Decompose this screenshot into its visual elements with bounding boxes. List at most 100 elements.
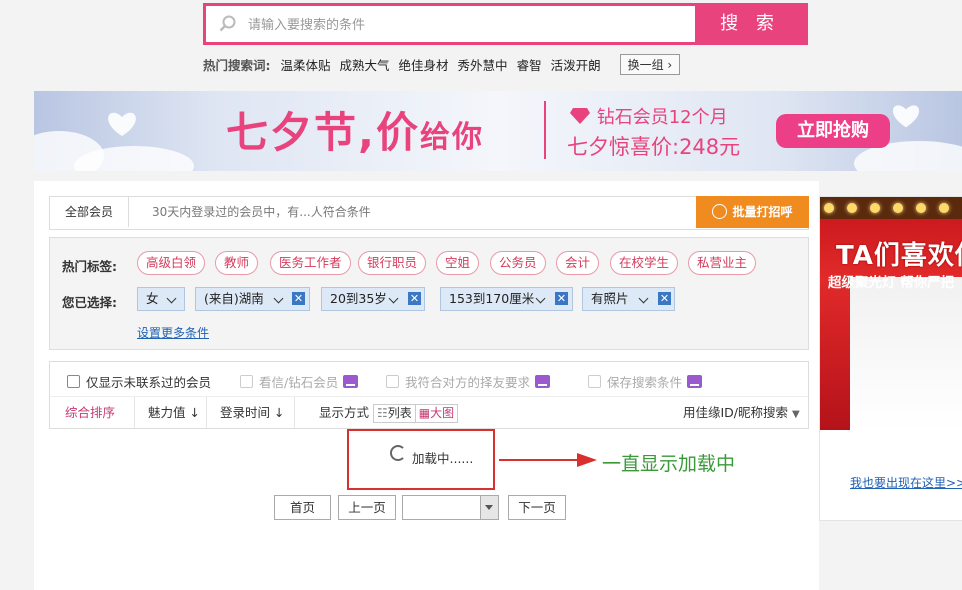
list-view-button[interactable]: ☷列表 — [373, 404, 416, 423]
checkbox-label: 保存搜索条件 — [607, 375, 683, 390]
hot-search-row: 热门搜索词: 温柔体贴 成熟大气 绝佳身材 秀外慧中 睿智 活泼开朗 换一组 › — [203, 53, 681, 75]
promo-banner[interactable]: 七夕节,价给你 钻石会员12个月 七夕惊喜价:248元 立即抢购 — [34, 91, 962, 171]
arrow-down-icon: ↓ — [189, 405, 200, 420]
sort-overall[interactable]: 综合排序 — [65, 397, 115, 428]
breadcrumb-all-members[interactable]: 全部会员 — [50, 197, 129, 227]
hot-keyword[interactable]: 睿智 — [517, 55, 542, 74]
chosen-location-select[interactable]: (来自)湖南 ✕ — [195, 287, 310, 311]
search-icon — [219, 15, 236, 32]
crown-icon — [535, 375, 551, 388]
more-conditions-link[interactable]: 设置更多条件 — [137, 324, 209, 341]
banner-subtitle: 钻石会员12个月 — [569, 103, 728, 129]
options-box: 仅显示未联系过的会员 看信/钻石会员 我符合对方的择友要求 保存搜索条件 综合排… — [49, 361, 809, 429]
hot-keyword[interactable]: 成熟大气 — [340, 55, 390, 74]
arrow-down-icon: ↓ — [274, 405, 285, 420]
grid-view-button[interactable]: ▦大图 — [415, 404, 459, 423]
chosen-label: 您已选择: — [62, 295, 117, 310]
tag-item[interactable]: 会计 — [556, 251, 600, 275]
banner-divider — [544, 101, 546, 159]
checkbox-label: 仅显示未联系过的会员 — [86, 375, 212, 390]
sort-login-time[interactable]: 登录时间 ↓ — [220, 397, 284, 428]
chosen-age-select[interactable]: 20到35岁 ✕ — [321, 287, 425, 311]
bulk-greet-button[interactable]: 批量打招呼 — [696, 196, 809, 228]
save-search-checkbox[interactable]: 保存搜索条件 — [588, 372, 703, 391]
tag-item[interactable]: 教师 — [215, 251, 259, 275]
hot-keyword[interactable]: 秀外慧中 — [458, 55, 508, 74]
tag-item[interactable]: 在校学生 — [610, 251, 679, 275]
checkbox[interactable] — [588, 375, 601, 388]
chosen-height-select[interactable]: 153到170厘米 ✕ — [440, 287, 573, 311]
checkbox[interactable] — [67, 375, 80, 388]
hot-keyword[interactable]: 温柔体贴 — [281, 55, 331, 74]
chevron-down-icon — [388, 293, 399, 304]
first-page-button[interactable]: 首页 — [274, 495, 331, 520]
annotation-note: 一直显示加载中 — [602, 453, 736, 475]
crown-icon — [687, 375, 703, 388]
filter-box: 热门标签: 高级白领 教师 医务工作者 银行职员 空姐 公务员 会计 在校学生 … — [49, 237, 809, 350]
id-search-dropdown[interactable]: 用佳缘ID/昵称搜索 ▼ — [683, 397, 800, 428]
match-me-checkbox[interactable]: 我符合对方的择友要求 — [386, 372, 551, 391]
uncontacted-checkbox[interactable]: 仅显示未联系过的会员 — [67, 372, 211, 391]
tag-item[interactable]: 银行职员 — [358, 251, 427, 275]
chosen-photo-select[interactable]: 有照片 ✕ — [582, 287, 675, 311]
hot-tags-label: 热门标签: — [62, 259, 117, 274]
crown-icon — [343, 375, 359, 388]
remove-icon[interactable]: ✕ — [555, 292, 568, 305]
heart-icon — [892, 105, 920, 128]
banner-title: 七夕节,价给你 — [226, 108, 484, 157]
checkbox[interactable] — [386, 375, 399, 388]
ad-subtitle: 超级聚光灯 帮你严把 — [828, 275, 955, 291]
ad-link[interactable]: 我也要出现在这里>> — [850, 474, 962, 491]
result-summary: 30天内登录过的会员中，有...人符合条件 — [152, 205, 371, 219]
checkbox[interactable] — [240, 375, 253, 388]
heart-icon — [108, 112, 136, 136]
ad-title: TA们喜欢你 — [836, 241, 962, 271]
remove-icon[interactable]: ✕ — [292, 292, 305, 305]
chevron-down-icon — [535, 293, 546, 304]
main-panel: 全部会员 30天内登录过的会员中，有...人符合条件 批量打招呼 热门标签: 高… — [34, 181, 819, 590]
remove-icon[interactable]: ✕ — [658, 292, 671, 305]
hot-keyword[interactable]: 活泼开朗 — [551, 55, 601, 74]
ad-stage-image: TA们喜欢你 超级聚光灯 帮你严把 — [820, 197, 962, 430]
search-button[interactable]: 搜 索 — [695, 6, 805, 42]
smile-icon — [712, 204, 728, 219]
sort-row: 综合排序 魅力值 ↓ 登录时间 ↓ 显示方式 ☷列表 ▦大图 用佳缘ID/昵称搜索… — [50, 396, 808, 428]
tag-item[interactable]: 空姐 — [436, 251, 480, 275]
page-select[interactable] — [402, 495, 499, 520]
tag-item[interactable]: 私营业主 — [688, 251, 757, 275]
refresh-icon — [390, 445, 406, 461]
side-ad[interactable]: TA们喜欢你 超级聚光灯 帮你严把 我也要出现在这里>> — [819, 196, 962, 521]
tag-item[interactable]: 高级白领 — [137, 251, 206, 275]
remove-icon[interactable]: ✕ — [408, 292, 421, 305]
buy-now-button[interactable]: 立即抢购 — [776, 114, 890, 148]
hot-keyword[interactable]: 绝佳身材 — [399, 55, 449, 74]
chevron-down-icon — [273, 293, 284, 304]
search-input[interactable] — [246, 6, 690, 44]
next-page-button[interactable]: 下一页 — [508, 495, 566, 520]
tag-item[interactable]: 医务工作者 — [270, 251, 351, 275]
stage-floor — [850, 277, 962, 430]
caret-down-icon: ▼ — [792, 409, 800, 420]
loading-text: 加载中...... — [412, 451, 474, 466]
breadcrumb: 全部会员 30天内登录过的会员中，有...人符合条件 批量打招呼 — [49, 196, 809, 230]
checkbox-label: 看信/钻石会员 — [259, 375, 339, 390]
checkbox-label: 我符合对方的择友要求 — [405, 375, 531, 390]
chevron-down-icon — [480, 496, 498, 519]
grid-icon: ▦ — [418, 406, 431, 420]
sort-charm[interactable]: 魅力值 ↓ — [148, 397, 200, 428]
chevron-down-icon — [166, 293, 177, 304]
hot-search-label: 热门搜索词: — [203, 57, 271, 73]
prev-page-button[interactable]: 上一页 — [338, 495, 396, 520]
banner-price: 七夕惊喜价:248元 — [567, 135, 741, 159]
loading-indicator: 加载中...... — [347, 429, 495, 490]
display-mode: 显示方式 ☷列表 ▦大图 — [319, 397, 459, 428]
diamond-icon — [570, 108, 590, 124]
change-keywords-label: 换一组 — [627, 57, 664, 72]
stage-lights — [820, 197, 962, 219]
view-diamond-checkbox[interactable]: 看信/钻石会员 — [240, 372, 359, 391]
search-bar: 搜 索 — [203, 3, 808, 45]
display-mode-label: 显示方式 — [319, 405, 370, 420]
chosen-gender-select[interactable]: 女 — [137, 287, 185, 311]
change-keywords-button[interactable]: 换一组 › — [619, 53, 681, 75]
tag-item[interactable]: 公务员 — [490, 251, 546, 275]
